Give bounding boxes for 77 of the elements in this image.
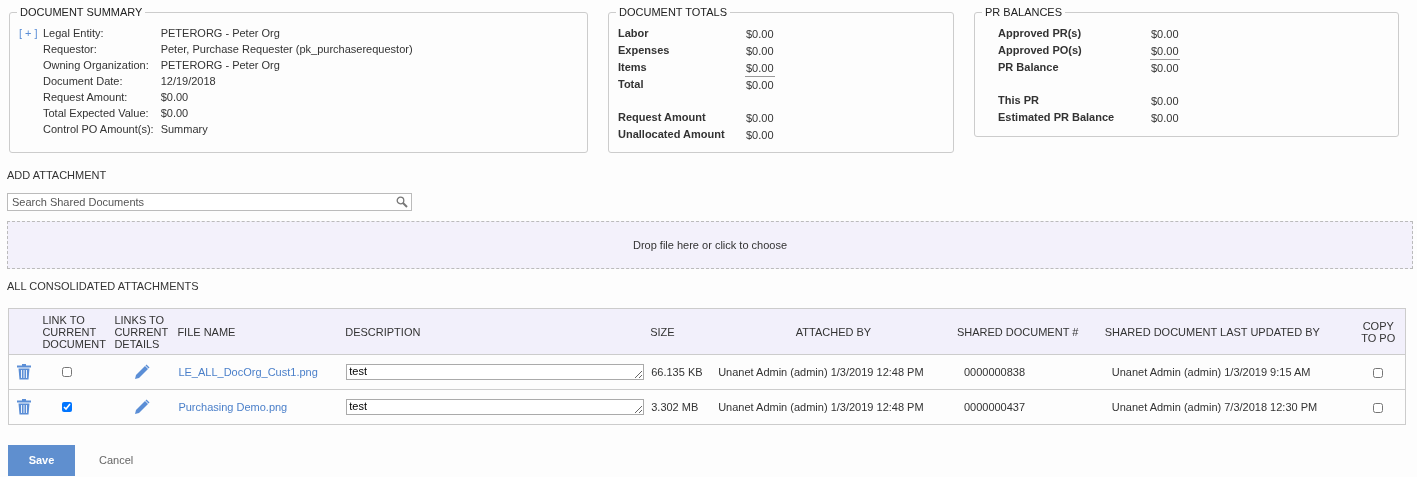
panel-title: DOCUMENT TOTALS [618,5,728,20]
checkbox[interactable] [1373,402,1384,413]
drop-zone-text: Drop file here or click to choose [632,237,788,253]
field-value: $0.00 [160,105,190,121]
attached-by-text: Unanet Admin (admin) 1/3/2019 12:48 PM [718,365,924,378]
column-header: COPY TO PO [1360,319,1397,344]
column-header: DESCRIPTION [345,325,421,338]
total-label: Labor [618,25,650,41]
field-label: Owning Organization: [43,57,150,73]
last-updated-text: Unanet Admin (admin) 7/3/2018 12:30 PM [1111,400,1318,413]
column-header: LINKS TO CURRENT DETAILS [114,313,169,350]
field-value: Peter, Purchase Requester (pk_purchaserequestor) [160,41,413,57]
total-value: $0.00 [745,43,775,59]
panel-title: DOCUMENT SUMMARY [19,5,144,20]
field-label: Control PO Amount(s): [43,121,154,137]
file-link[interactable]: LE_ALL_DocOrg_Cust1.png [178,365,318,378]
attached-by-text: Unanet Admin (admin) 1/3/2019 12:48 PM [718,400,924,413]
file-size: 66.135 KB [651,365,703,378]
column-header: ATTACHED BY [795,325,872,338]
trash-icon[interactable] [17,399,31,415]
field-value: PETERORG - Peter Org [160,57,281,73]
trash-icon[interactable] [17,364,31,380]
column-header: SHARED DOCUMENT # [956,325,1079,338]
total-value: $0.00 [745,110,775,126]
total-label: Unallocated Amount [618,126,726,142]
total-value: $0.00 [745,60,775,76]
description-field[interactable]: test [346,364,645,380]
section-heading: ALL CONSOLIDATED ATTACHMENTS [7,279,200,294]
column-header: FILE NAME [177,325,236,338]
total-label: Items [618,59,648,75]
checkbox[interactable] [62,402,73,412]
total-label: Total [618,76,645,92]
shared-document-number: 0000000437 [963,400,1026,413]
field-value: 12/19/2018 [160,73,217,89]
field-label: Legal Entity: [43,25,105,41]
column-header: SIZE [650,325,675,338]
shared-document-number: 0000000838 [963,365,1026,378]
checkbox[interactable] [1373,367,1384,378]
section-heading: ADD ATTACHMENT [7,168,108,183]
total-value: $0.00 [1150,58,1180,76]
total-label: Estimated PR Balance [998,109,1116,125]
checkbox[interactable] [62,367,73,377]
column-header: SHARED DOCUMENT LAST UPDATED BY [1104,325,1320,338]
total-value: $0.00 [745,75,775,93]
field-value: Summary [160,121,209,137]
total-label: This PR [998,92,1040,108]
save-button[interactable]: Save [8,445,75,476]
drop-zone[interactable]: Drop file here or click to choose [7,221,1413,269]
cancel-button[interactable]: Cancel [99,452,134,469]
search-field[interactable]: Search Shared Documents [7,193,412,211]
file-size: 3.302 MB [651,400,699,413]
field-label: Request Amount: [43,89,129,105]
total-label: Approved PO(s) [998,42,1083,58]
total-value: $0.00 [1150,110,1180,126]
total-label: Expenses [618,42,671,58]
field-value: $0.00 [160,89,190,105]
expand-link[interactable]: [ + ] [19,22,43,137]
last-updated-text: Unanet Admin (admin) 1/3/2019 9:15 AM [1111,365,1311,378]
total-value: $0.00 [1150,93,1180,109]
column-header: LINK TO CURRENT DOCUMENT [42,313,107,350]
description-field[interactable]: test [346,399,645,415]
total-label: Request Amount [618,109,707,125]
pencil-icon[interactable] [134,399,151,415]
total-value: $0.00 [745,127,775,143]
total-value: $0.00 [745,26,775,42]
field-label: Requestor: [43,41,98,57]
total-value: $0.00 [1150,43,1180,59]
field-value: PETERORG - Peter Org [160,25,281,41]
total-label: Approved PR(s) [998,25,1083,41]
pencil-icon[interactable] [134,364,151,380]
field-label: Total Expected Value: [43,105,150,121]
total-label: PR Balance [998,59,1060,75]
total-value: $0.00 [1150,26,1180,42]
file-link[interactable]: Purchasing Demo.png [178,400,288,413]
field-label: Document Date: [43,73,124,89]
search-icon[interactable] [396,196,408,208]
panel-title: PR BALANCES [984,5,1064,20]
